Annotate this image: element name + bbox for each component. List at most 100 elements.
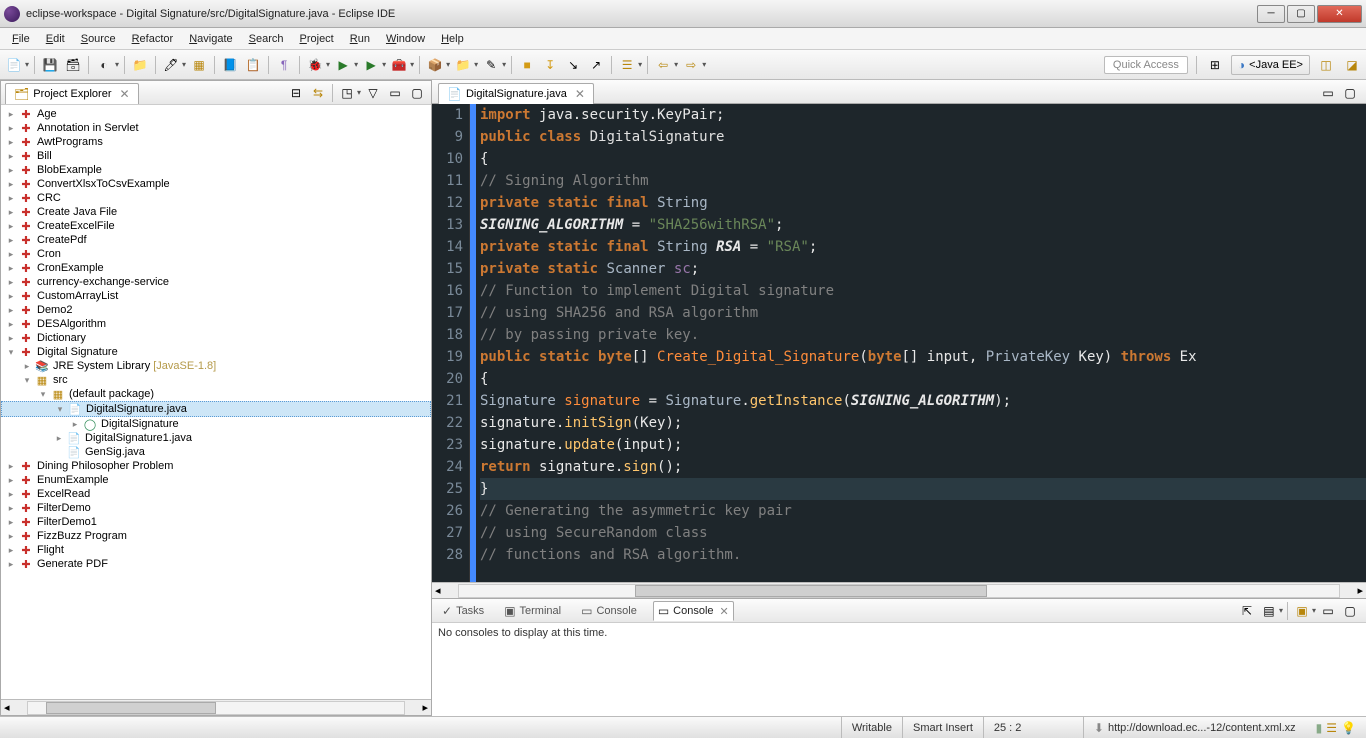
stop-icon[interactable]: ■ — [517, 55, 537, 75]
quick-access-input[interactable]: Quick Access — [1104, 56, 1188, 74]
expand-icon[interactable] — [5, 277, 17, 288]
step-icon[interactable]: ↧ — [540, 55, 560, 75]
expand-icon[interactable] — [5, 263, 17, 274]
step3-icon[interactable]: ↗ — [586, 55, 606, 75]
focus-icon[interactable]: ◳ — [337, 83, 357, 103]
expand-icon[interactable] — [5, 545, 17, 556]
tree-item[interactable]: ▦(default package) — [1, 387, 431, 401]
debug-icon[interactable]: 🐞 — [305, 55, 325, 75]
collapse-icon[interactable] — [5, 347, 17, 358]
expand-icon[interactable] — [5, 137, 17, 148]
new-icon[interactable]: 📄 — [4, 55, 24, 75]
expand-icon[interactable] — [5, 489, 17, 500]
menu-window[interactable]: Window — [378, 31, 433, 47]
minimize-console-icon[interactable]: ▭ — [1318, 601, 1338, 621]
code-line[interactable]: public class DigitalSignature — [480, 126, 1366, 148]
tree-item[interactable]: ✚BlobExample — [1, 163, 431, 177]
expand-icon[interactable] — [5, 517, 17, 528]
tree-item[interactable]: ✚Age — [1, 107, 431, 121]
maximize-editor-icon[interactable]: ▢ — [1340, 83, 1360, 103]
code-line[interactable]: public static byte[] Create_Digital_Sign… — [480, 346, 1366, 368]
tree-item[interactable]: 📄DigitalSignature.java — [1, 401, 431, 417]
tree-item[interactable]: ✚ConvertXlsxToCsvExample — [1, 177, 431, 191]
tree-item[interactable]: ▦src — [1, 373, 431, 387]
expand-icon[interactable] — [5, 221, 17, 232]
tree-item[interactable]: ✚CustomArrayList — [1, 289, 431, 303]
expand-icon[interactable] — [5, 291, 17, 302]
menu-source[interactable]: Source — [73, 31, 124, 47]
code-line[interactable]: private static final String — [480, 192, 1366, 214]
tree-item[interactable]: ✚CreateExcelFile — [1, 219, 431, 233]
expand-icon[interactable] — [5, 461, 17, 472]
back-icon[interactable]: ⇦ — [653, 55, 673, 75]
tree-item[interactable]: ✚Annotation in Servlet — [1, 121, 431, 135]
expand-icon[interactable] — [5, 235, 17, 246]
view-menu-icon[interactable]: ▽ — [363, 83, 383, 103]
console-new-icon[interactable]: ▣ — [1292, 601, 1312, 621]
ext-tools-icon[interactable]: 🧰 — [389, 55, 409, 75]
code-line[interactable]: private static Scanner sc; — [480, 258, 1366, 280]
code-line[interactable]: // using SecureRandom class — [480, 522, 1366, 544]
minimize-button[interactable]: ─ — [1257, 5, 1285, 23]
editor-hscrollbar[interactable]: ◂ ▸ — [432, 582, 1366, 598]
tree-item[interactable]: ✚CreatePdf — [1, 233, 431, 247]
code-line[interactable]: { — [480, 148, 1366, 170]
code-line[interactable]: { — [480, 368, 1366, 390]
tree-item[interactable]: ✚Flight — [1, 543, 431, 557]
bottom-tab-console[interactable]: ▭Console ✕ — [653, 601, 734, 621]
open-perspective-icon[interactable]: ⊞ — [1205, 55, 1225, 75]
tree-item[interactable]: 📚JRE System Library [JavaSE-1.8] — [1, 359, 431, 373]
tree-item[interactable]: ✚CRC — [1, 191, 431, 205]
tree-item[interactable]: 📄GenSig.java — [1, 445, 431, 459]
tree-item[interactable]: ✚Cron — [1, 247, 431, 261]
expand-icon[interactable] — [69, 419, 81, 430]
close-tab-icon[interactable]: ✕ — [120, 87, 130, 101]
menu-run[interactable]: Run — [342, 31, 378, 47]
expand-icon[interactable] — [5, 123, 17, 134]
expand-icon[interactable] — [5, 333, 17, 344]
docs-icon[interactable]: 📋 — [243, 55, 263, 75]
maximize-console-icon[interactable]: ▢ — [1340, 601, 1360, 621]
expand-icon[interactable] — [5, 165, 17, 176]
expand-icon[interactable] — [5, 503, 17, 514]
new-package-icon[interactable]: 📦 — [425, 55, 445, 75]
code-line[interactable]: // Signing Algorithm — [480, 170, 1366, 192]
expand-icon[interactable] — [5, 531, 17, 542]
expand-icon[interactable] — [5, 319, 17, 330]
expand-icon[interactable] — [5, 109, 17, 120]
tree-item[interactable]: ✚ExcelRead — [1, 487, 431, 501]
new-server-icon[interactable]: 📁 — [130, 55, 150, 75]
expand-icon[interactable] — [5, 249, 17, 260]
code-line[interactable]: private static final String RSA = "RSA"; — [480, 236, 1366, 258]
tree-item[interactable]: ✚AwtPrograms — [1, 135, 431, 149]
para-icon[interactable]: ¶ — [274, 55, 294, 75]
collapse-icon[interactable] — [37, 389, 49, 400]
wand2-icon[interactable]: ✎ — [481, 55, 501, 75]
maximize-button[interactable]: ▢ — [1287, 5, 1315, 23]
tree-item[interactable]: ✚Dictionary — [1, 331, 431, 345]
bottom-tab-terminal[interactable]: ▣Terminal — [500, 602, 565, 620]
expand-icon[interactable] — [5, 179, 17, 190]
code-line[interactable]: SIGNING_ALGORITHM = "SHA256withRSA"; — [480, 214, 1366, 236]
explorer-hscrollbar[interactable]: ◂ ▸ — [1, 699, 431, 715]
code-line[interactable]: // Generating the asymmetric key pair — [480, 500, 1366, 522]
code-line[interactable]: Signature signature = Signature.getInsta… — [480, 390, 1366, 412]
coverage-icon[interactable]: ▶ — [361, 55, 381, 75]
menu-file[interactable]: File — [4, 31, 38, 47]
tree-item[interactable]: 📄DigitalSignature1.java — [1, 431, 431, 445]
tree-item[interactable]: ✚Generate PDF — [1, 557, 431, 571]
collapse-icon[interactable] — [21, 375, 33, 386]
code-line[interactable]: } — [480, 478, 1366, 500]
tree-item[interactable]: ✚Demo2 — [1, 303, 431, 317]
collapse-all-icon[interactable]: ⊟ — [286, 83, 306, 103]
expand-icon[interactable] — [5, 207, 17, 218]
wand-icon[interactable]: 🖊 — [161, 55, 181, 75]
expand-icon[interactable] — [21, 361, 33, 372]
expand-icon[interactable] — [5, 559, 17, 570]
tree-item[interactable]: ✚CronExample — [1, 261, 431, 275]
bottom-tab-console[interactable]: ▭Console — [577, 602, 641, 620]
filter-icon[interactable]: ☰ — [617, 55, 637, 75]
collapse-icon[interactable] — [54, 404, 66, 415]
expand-icon[interactable] — [5, 151, 17, 162]
tree-item[interactable]: ✚FilterDemo1 — [1, 515, 431, 529]
